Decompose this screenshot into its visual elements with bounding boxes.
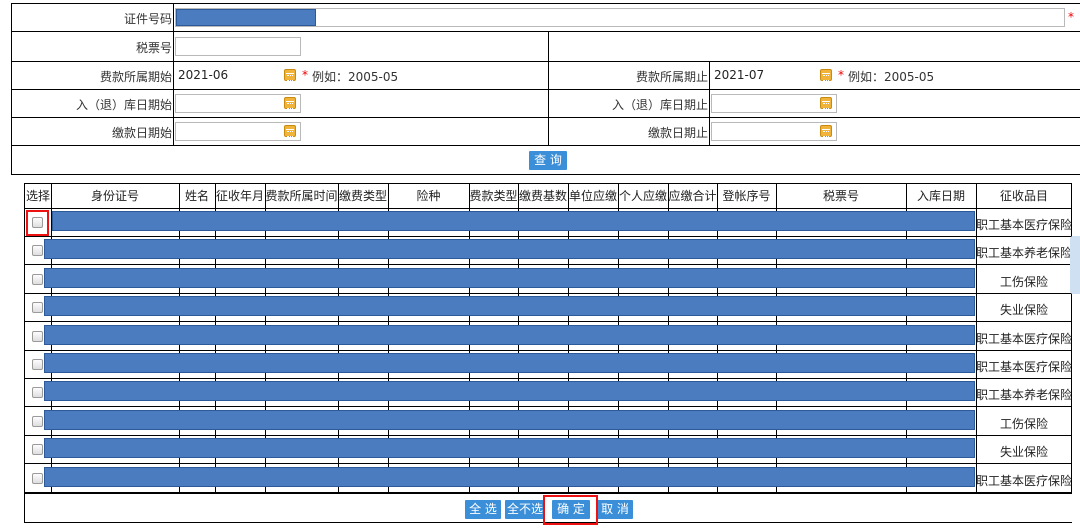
row-redaction (44, 296, 975, 316)
row-category: 职工基本养老保险 (976, 388, 1072, 402)
row-checkbox[interactable] (32, 274, 43, 285)
row-category: 失业保险 (999, 303, 1048, 317)
pay-start-field[interactable] (175, 122, 301, 141)
row-checkbox[interactable] (32, 416, 43, 427)
period-end-example-hint: 例如：2005-05 (848, 70, 935, 84)
row-redaction (44, 353, 975, 373)
pay-start-label: 缴款日期始 (111, 126, 172, 140)
row-redaction (44, 239, 975, 259)
row-checkbox[interactable] (32, 245, 43, 256)
calendar-icon[interactable] (284, 97, 296, 109)
storage-start-field[interactable] (175, 94, 301, 113)
calendar-icon[interactable] (820, 97, 832, 109)
row-redaction (52, 211, 975, 231)
column-header: 缴费基数 (518, 189, 567, 203)
side-float-tab[interactable] (1070, 236, 1080, 294)
tax-ticket-label: 税票号 (135, 41, 172, 55)
column-header: 缴费类型 (338, 189, 387, 203)
row-category: 职工基本养老保险 (976, 246, 1072, 260)
row-checkbox[interactable] (32, 331, 43, 342)
column-header: 应缴合计 (668, 189, 717, 203)
calendar-icon[interactable] (284, 69, 296, 81)
period-start-required-mark: * (302, 68, 308, 82)
row-category: 职工基本医疗保险 (976, 360, 1072, 374)
checkbox-highlight (26, 210, 49, 236)
row-redaction (44, 410, 975, 430)
select-none-button[interactable]: 全不选 (505, 500, 545, 519)
column-header: 险种 (416, 189, 441, 203)
period-start-field[interactable]: 2021-06 (175, 66, 301, 85)
column-header: 个人应缴 (618, 189, 667, 203)
period-end-field[interactable]: 2021-07 (711, 66, 837, 85)
period-end-label: 费款所属期止 (635, 70, 708, 84)
tax-ticket-field[interactable] (175, 37, 301, 56)
row-checkbox[interactable] (32, 387, 43, 398)
id-number-label: 证件号码 (123, 12, 172, 26)
column-header: 单位应缴 (568, 189, 617, 203)
pay-end-label: 缴款日期止 (647, 126, 708, 140)
row-category: 职工基本医疗保险 (976, 332, 1072, 346)
row-checkbox[interactable] (32, 444, 43, 455)
row-category: 工伤保险 (999, 417, 1048, 431)
row-checkbox[interactable] (32, 473, 43, 484)
query-button[interactable]: 查 询 (529, 151, 567, 170)
confirm-highlight (543, 495, 598, 525)
calendar-icon[interactable] (820, 69, 832, 81)
column-header: 身份证号 (90, 189, 139, 203)
row-redaction (44, 467, 975, 487)
row-redaction (44, 325, 975, 345)
period-start-label: 费款所属期始 (99, 70, 172, 84)
cancel-button[interactable]: 取 消 (597, 500, 633, 519)
storage-end-label: 入（退）库日期止 (611, 98, 708, 112)
row-category: 失业保险 (999, 445, 1048, 459)
column-header: 征收年月 (215, 189, 264, 203)
storage-end-field[interactable] (711, 94, 837, 113)
row-checkbox[interactable] (32, 302, 43, 313)
column-header: 费款所属时间 (265, 189, 338, 203)
column-header: 登帐序号 (722, 189, 771, 203)
column-header: 姓名 (184, 189, 209, 203)
row-category: 工伤保险 (999, 275, 1048, 289)
column-header: 选择 (25, 189, 50, 203)
calendar-icon[interactable] (284, 125, 296, 137)
column-header: 入库日期 (916, 189, 965, 203)
id-number-required-mark: * (1068, 10, 1074, 24)
select-all-button[interactable]: 全 选 (465, 500, 501, 519)
period-end-required-mark: * (838, 68, 844, 82)
column-header: 税票号 (822, 189, 859, 203)
row-category: 职工基本医疗保险 (976, 218, 1072, 232)
row-checkbox[interactable] (32, 359, 43, 370)
calendar-icon[interactable] (820, 125, 832, 137)
row-redaction (44, 438, 975, 458)
pay-end-field[interactable] (711, 122, 837, 141)
period-start-example-hint: 例如：2005-05 (312, 70, 399, 84)
id-number-redaction (176, 9, 316, 26)
storage-start-label: 入（退）库日期始 (75, 98, 172, 112)
column-header: 费款类型 (469, 189, 518, 203)
column-header: 征收品目 (999, 189, 1048, 203)
row-redaction (44, 381, 975, 401)
row-redaction (44, 268, 975, 288)
row-category: 职工基本医疗保险 (976, 474, 1072, 488)
